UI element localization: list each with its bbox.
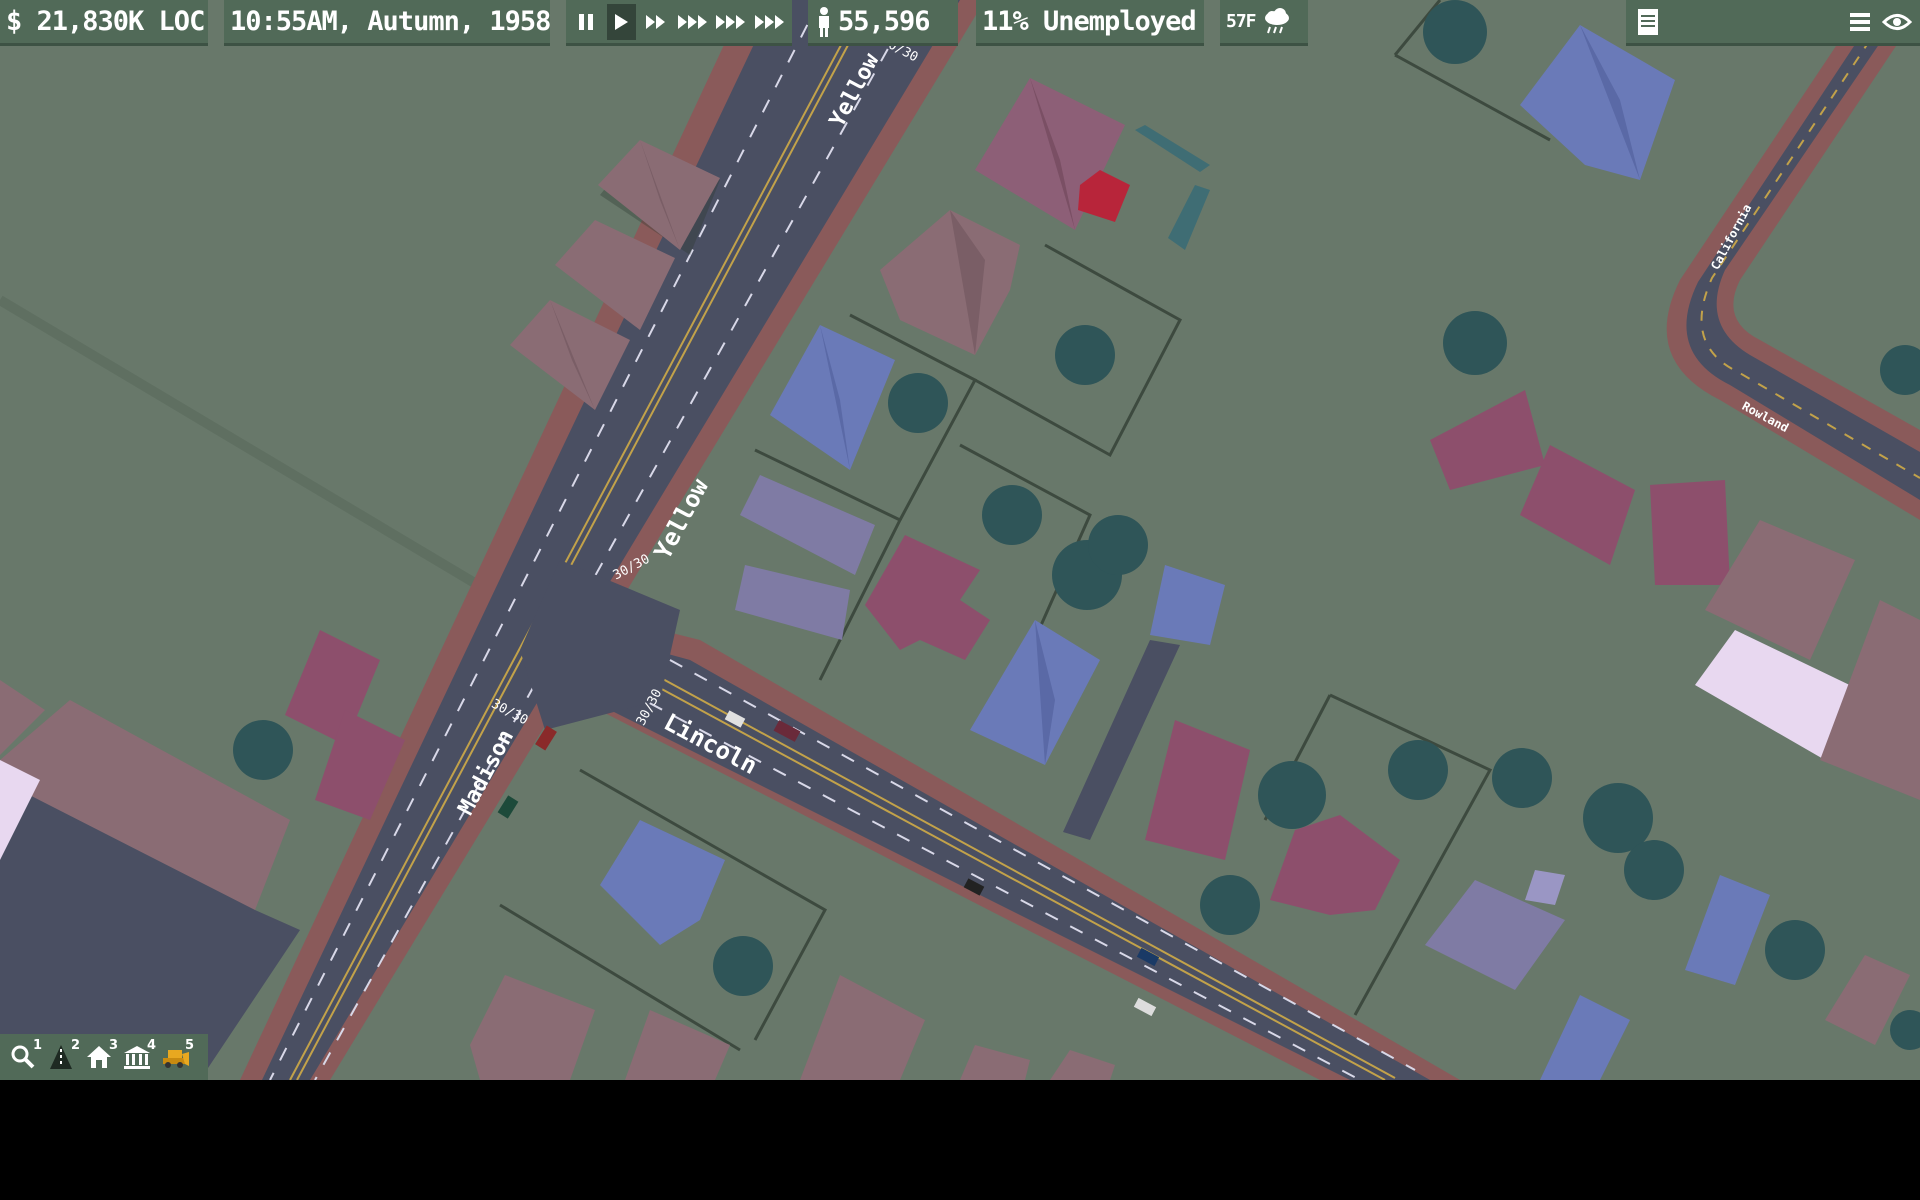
population-readout: 55,596 [838,6,931,37]
speed-4-button[interactable] [715,4,748,40]
right-panel[interactable] [1626,0,1920,46]
city-map[interactable] [0,0,1920,1080]
house[interactable] [1520,25,1675,180]
government-tool-button[interactable]: 4 [120,1038,156,1074]
house[interactable] [1430,390,1545,490]
bench [1168,185,1210,250]
play-icon [615,13,629,30]
speed-2-button[interactable] [642,4,671,40]
hotkey-label: 1 [32,1038,42,1053]
letterbox-bar [0,1080,1920,1200]
eye-icon[interactable] [1882,11,1912,33]
max-speed-icon [754,14,784,29]
hotkey-label: 4 [146,1038,156,1053]
inspect-tool-button[interactable]: 1 [6,1038,42,1074]
play-button[interactable] [606,3,636,40]
road-california-rowland[interactable] [1666,39,1920,520]
person-icon [819,6,829,37]
house[interactable] [960,1045,1030,1080]
building[interactable] [1685,875,1770,985]
zoning-tool-button[interactable]: 3 [82,1038,118,1074]
house[interactable] [625,1010,730,1080]
weather-panel[interactable]: 57F [1220,0,1308,46]
house[interactable] [1145,720,1250,860]
speed-controls[interactable] [566,0,792,46]
tool-bar[interactable]: 1 2 3 4 5 [0,1034,208,1080]
building[interactable] [1150,565,1225,645]
hotkey-label: 5 [184,1038,194,1053]
house[interactable] [1050,1050,1115,1080]
grass-path [0,295,523,615]
unemployment-readout: 11% Unemployed [982,6,1197,37]
house[interactable] [970,620,1100,765]
roads-tool-button[interactable]: 2 [44,1038,80,1074]
house[interactable] [1270,815,1400,915]
building[interactable] [735,565,850,640]
house[interactable] [600,820,725,945]
rain-cloud-icon [1264,7,1289,33]
pause-icon [579,13,594,30]
population-panel[interactable]: 55,596 [808,0,958,46]
hotkey-label: 2 [70,1038,80,1053]
bulldoze-tool-button[interactable]: 5 [158,1038,194,1074]
datetime-panel[interactable]: 10:55AM, Autumn, 1958 [224,0,551,46]
menu-icon[interactable] [1848,10,1872,34]
house[interactable] [800,975,925,1080]
notes-icon[interactable] [1636,7,1660,37]
city-map-viewport[interactable]: Yellow Yellow Madison Lincoln California… [0,0,1920,1080]
house[interactable] [770,325,895,470]
building[interactable] [740,475,875,575]
pause-button[interactable] [572,4,601,40]
house[interactable] [880,210,1020,355]
building[interactable] [1540,995,1630,1080]
speed-5-button[interactable] [753,4,786,40]
temperature-readout: 57F [1226,11,1256,32]
datetime-readout: 10:55AM, Autumn, 1958 [230,6,551,37]
faster-forward-icon [677,14,707,29]
speed-3-button[interactable] [676,4,709,40]
hotkey-label: 3 [108,1038,118,1053]
money-readout: $ 21,830K LOC [6,6,205,37]
bench [1135,125,1210,172]
buildings[interactable] [0,25,1920,1080]
house[interactable] [470,975,595,1080]
road-yellow-madison[interactable] [240,0,985,1080]
house[interactable] [1650,480,1730,585]
money-panel[interactable]: $ 21,830K LOC [0,0,208,46]
very-fast-forward-icon [716,14,746,29]
fast-forward-icon [645,14,665,29]
unemployment-panel[interactable]: 11% Unemployed [976,0,1204,46]
